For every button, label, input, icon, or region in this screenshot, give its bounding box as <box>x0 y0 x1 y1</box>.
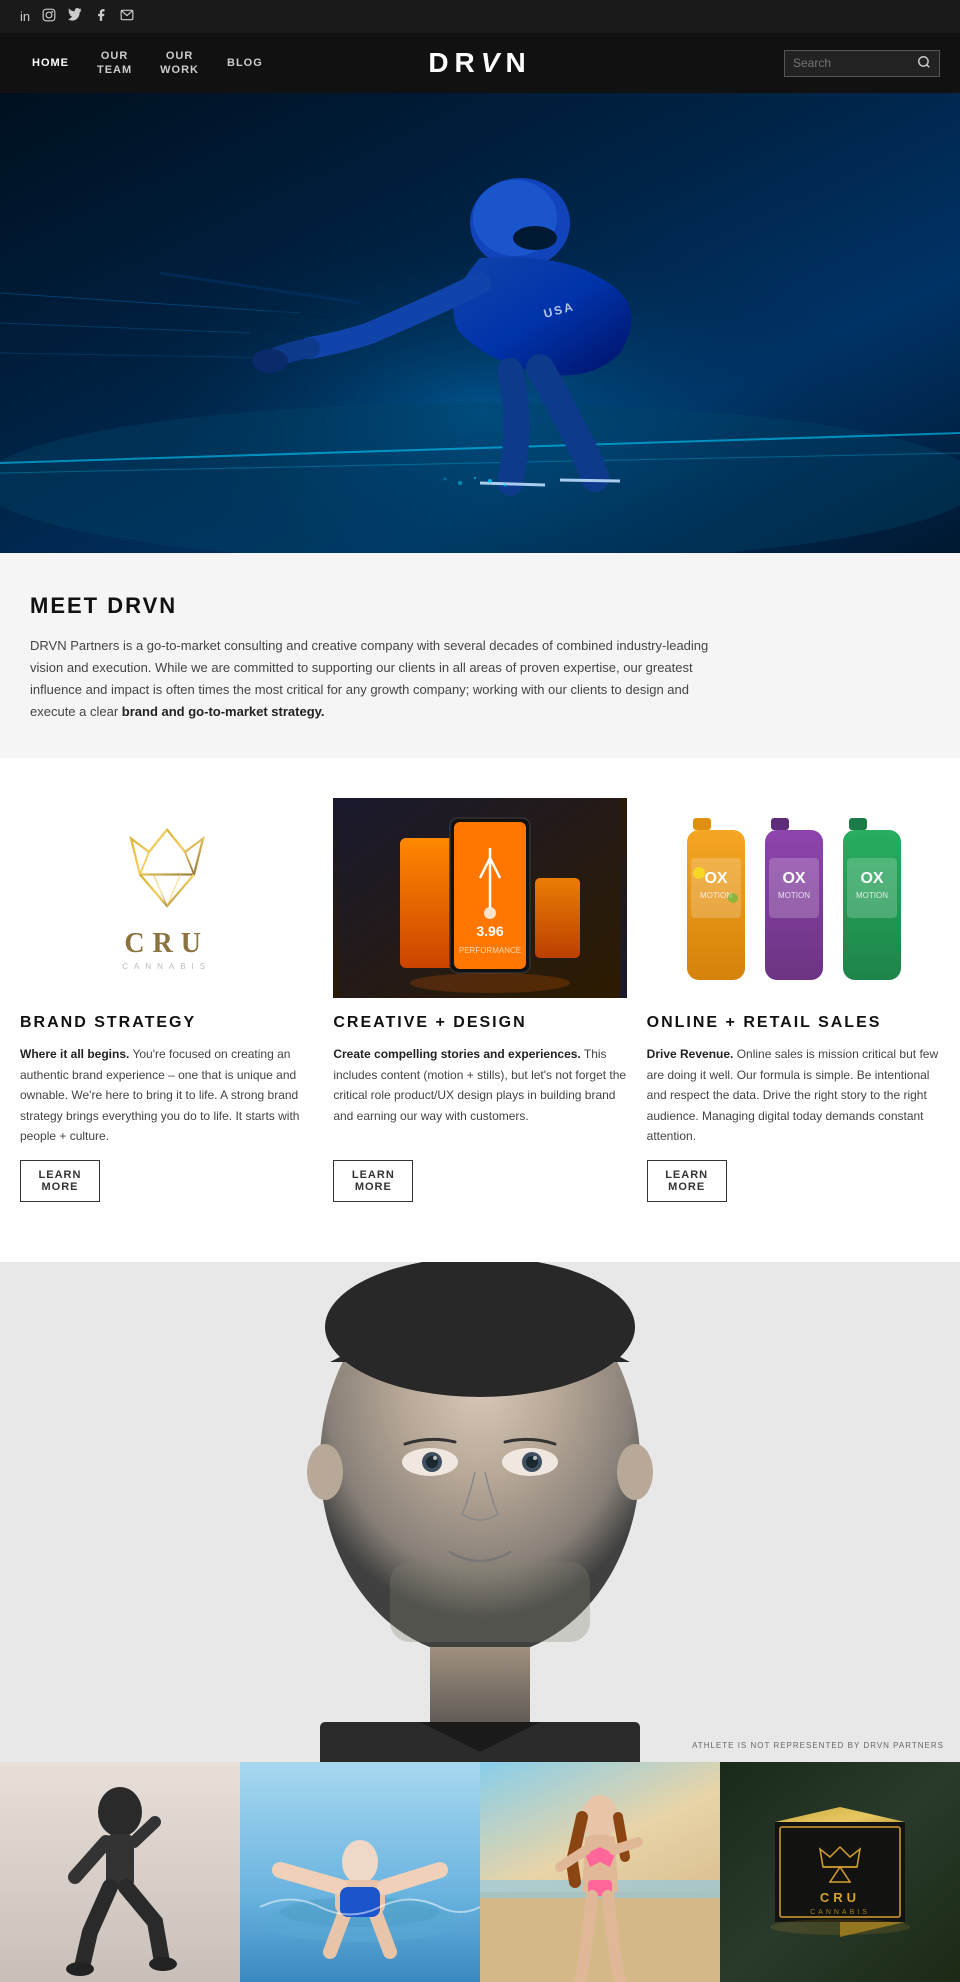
services-section: CRU CANNABIS BRAND STRATEGY Where it all… <box>0 758 960 1262</box>
svg-text:CANNABIS: CANNABIS <box>810 1909 870 1916</box>
service-creative-design: 3.96 PERFORMANCE CREATIVE + DESIGN Creat… <box>333 798 626 1202</box>
logo-text: DRVN <box>428 47 531 78</box>
instagram-icon[interactable] <box>42 8 56 25</box>
creative-design-learn-btn[interactable]: LEARN MORE <box>333 1160 413 1202</box>
ox-drinks-svg: OX MOTION OX MOTION OX MOTION <box>653 798 933 998</box>
svg-text:MOTION: MOTION <box>778 891 810 900</box>
portfolio-bikini <box>480 1762 720 1982</box>
portfolio-cru-product: CRU CANNABIS <box>720 1762 960 1982</box>
search-input[interactable] <box>793 56 913 70</box>
portfolio-swimmer <box>240 1762 480 1982</box>
cru-diamond-svg <box>122 825 212 915</box>
athlete-disclaimer: ATHLETE IS NOT REPRESENTED BY DRVN PARTN… <box>692 1741 944 1750</box>
svg-text:OX: OX <box>705 870 728 887</box>
hero-section: USA <box>0 93 960 553</box>
portfolio-grid: CRU CANNABIS <box>0 1762 960 1982</box>
nav-our-work[interactable]: OUR WORK <box>148 41 211 86</box>
swimmer-image <box>240 1762 480 1982</box>
creative-design-image: 3.96 PERFORMANCE <box>333 798 626 998</box>
service-brand-strategy: CRU CANNABIS BRAND STRATEGY Where it all… <box>20 798 313 1202</box>
athlete-section: ATHLETE IS NOT REPRESENTED BY DRVN PARTN… <box>0 1262 960 1762</box>
meet-bold: brand and go-to-market strategy. <box>122 704 325 719</box>
cru-logo: CRU CANNABIS <box>122 825 212 971</box>
svg-text:CRU: CRU <box>820 1890 860 1905</box>
online-retail-title: ONLINE + RETAIL SALES <box>647 1014 940 1032</box>
twitter-icon[interactable] <box>68 8 82 25</box>
online-retail-desc: Drive Revenue. Online sales is mission c… <box>647 1044 940 1146</box>
rocket-app-svg: 3.96 PERFORMANCE <box>340 798 620 998</box>
svg-text:OX: OX <box>783 870 806 887</box>
services-grid: CRU CANNABIS BRAND STRATEGY Where it all… <box>20 798 940 1202</box>
creative-design-desc: Create compelling stories and experience… <box>333 1044 626 1146</box>
search-icon <box>917 55 931 72</box>
site-logo[interactable]: DRVN <box>428 47 531 79</box>
navbar: HOME OUR TEAM OUR WORK BLOG DRVN <box>0 33 960 93</box>
athlete-image <box>0 1262 960 1762</box>
cru-sub-name: CANNABIS <box>122 962 212 971</box>
service-online-retail: OX MOTION OX MOTION OX MOTION <box>647 798 940 1202</box>
runner-image <box>0 1762 240 1982</box>
portfolio-runner <box>0 1762 240 1982</box>
svg-text:MOTION: MOTION <box>700 891 732 900</box>
meet-title: MEET DRVN <box>30 593 930 619</box>
creative-design-title: CREATIVE + DESIGN <box>333 1014 626 1032</box>
nav-our-team[interactable]: OUR TEAM <box>85 41 144 86</box>
svg-text:OX: OX <box>861 870 884 887</box>
nav-home[interactable]: HOME <box>20 48 81 78</box>
online-retail-learn-btn[interactable]: LEARN MORE <box>647 1160 727 1202</box>
bikini-image <box>480 1762 720 1982</box>
brand-strategy-title: BRAND STRATEGY <box>20 1014 313 1032</box>
meet-section: MEET DRVN DRVN Partners is a go-to-marke… <box>0 553 960 758</box>
brand-strategy-desc: Where it all begins. You're focused on c… <box>20 1044 313 1146</box>
nav-blog[interactable]: BLOG <box>215 48 275 78</box>
svg-text:MOTION: MOTION <box>856 891 888 900</box>
hero-image: USA <box>0 93 960 553</box>
facebook-icon[interactable] <box>94 8 108 25</box>
online-retail-image: OX MOTION OX MOTION OX MOTION <box>647 798 940 998</box>
meet-body: DRVN Partners is a go-to-market consulti… <box>30 635 730 723</box>
svg-text:3.96: 3.96 <box>476 923 503 939</box>
svg-text:PERFORMANCE: PERFORMANCE <box>459 946 521 955</box>
brand-strategy-image: CRU CANNABIS <box>20 798 313 998</box>
nav-links: HOME OUR TEAM OUR WORK BLOG <box>20 41 784 86</box>
social-bar: in <box>0 0 960 33</box>
brand-strategy-learn-btn[interactable]: LEARN MORE <box>20 1160 100 1202</box>
search-bar[interactable] <box>784 50 940 77</box>
cru-product-image: CRU CANNABIS <box>720 1762 960 1982</box>
cru-brand-name: CRU <box>122 928 212 960</box>
email-icon[interactable] <box>120 8 134 25</box>
linkedin-icon[interactable]: in <box>20 9 30 24</box>
